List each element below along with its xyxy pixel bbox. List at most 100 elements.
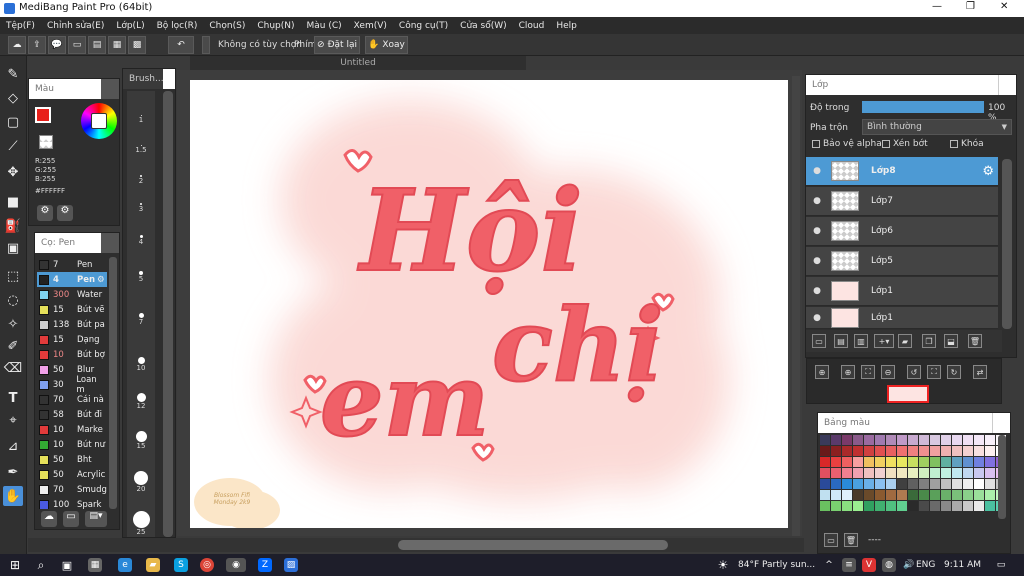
- palette-swatch[interactable]: [853, 490, 863, 500]
- rotate-button[interactable]: ✋ Xoay: [365, 36, 408, 54]
- brush-size-item[interactable]: 1: [127, 115, 155, 124]
- panel-close-icon[interactable]: [992, 413, 1010, 433]
- brush-size-scrollbar[interactable]: [163, 91, 173, 537]
- palette-swatch[interactable]: [963, 501, 973, 511]
- palette-swatch[interactable]: [941, 468, 951, 478]
- palette-swatch[interactable]: [963, 435, 973, 445]
- grid-icon[interactable]: ▩: [128, 36, 146, 54]
- fit-icon[interactable]: ⛶: [861, 365, 875, 379]
- fill-rect-tool-icon[interactable]: ■: [3, 192, 23, 212]
- line-tool-icon[interactable]: ⟋: [3, 136, 23, 156]
- palette-swatch[interactable]: [831, 479, 841, 489]
- layer-item[interactable]: ● Lớp6: [806, 217, 998, 246]
- menu-snap[interactable]: Chụp(N): [257, 21, 294, 31]
- palette-swatch[interactable]: [875, 435, 885, 445]
- palette-swatch[interactable]: [897, 468, 907, 478]
- menu-edit[interactable]: Chỉnh sửa(E): [47, 21, 104, 31]
- eye-icon[interactable]: ●: [806, 313, 828, 323]
- palette-swatch[interactable]: [941, 479, 951, 489]
- language-indicator[interactable]: ENG: [916, 560, 935, 570]
- lasso-tool-icon[interactable]: ◌: [3, 290, 23, 310]
- palette-swatch[interactable]: [842, 501, 852, 511]
- palette-swatch[interactable]: [941, 501, 951, 511]
- canvas-vertical-scrollbar[interactable]: [792, 76, 800, 536]
- palette-swatch[interactable]: [963, 479, 973, 489]
- palette-swatch[interactable]: [952, 435, 962, 445]
- palette-swatch[interactable]: [842, 468, 852, 478]
- palette-swatch[interactable]: [941, 457, 951, 467]
- palette-scrollbar[interactable]: [998, 435, 1006, 519]
- file-explorer-icon[interactable]: ▦: [88, 558, 102, 572]
- eye-icon[interactable]: ●: [806, 256, 828, 266]
- palette-swatch[interactable]: [930, 501, 940, 511]
- palette-swatch[interactable]: [930, 457, 940, 467]
- select-pen-icon[interactable]: ✐: [3, 336, 23, 356]
- brush-tool-icon[interactable]: ✎: [3, 64, 23, 84]
- primary-color-swatch[interactable]: [35, 107, 51, 123]
- palette-swatch[interactable]: [897, 501, 907, 511]
- cloud-icon[interactable]: ☁: [8, 36, 26, 54]
- palette-swatch[interactable]: [875, 457, 885, 467]
- palette-swatch[interactable]: [963, 490, 973, 500]
- brush-item[interactable]: 50 Acrylic: [37, 467, 107, 482]
- palette-swatch[interactable]: [974, 501, 984, 511]
- palette-swatch[interactable]: [963, 468, 973, 478]
- palette-pick-icon[interactable]: ⚙: [57, 205, 73, 221]
- palette-swatch[interactable]: [886, 479, 896, 489]
- brush-size-item[interactable]: 2: [127, 175, 155, 185]
- layer-item-active[interactable]: ● Lớp8 ⚙: [806, 157, 998, 186]
- palette-swatch[interactable]: [875, 446, 885, 456]
- brush-item[interactable]: 138 Bút pa: [37, 317, 107, 332]
- panel-close-icon[interactable]: [163, 69, 175, 89]
- brush-item[interactable]: 70 Cái nà: [37, 392, 107, 407]
- brush-item[interactable]: 50 Bht: [37, 452, 107, 467]
- chevron-up-icon[interactable]: ^: [822, 558, 836, 572]
- palette-swatch[interactable]: [820, 479, 830, 489]
- palette-swatch[interactable]: [875, 468, 885, 478]
- palette-swatch[interactable]: [853, 435, 863, 445]
- scrollbar-thumb[interactable]: [398, 540, 668, 550]
- menu-window[interactable]: Cửa sổ(W): [460, 21, 506, 31]
- palette-swatch[interactable]: [930, 446, 940, 456]
- brush-size-item[interactable]: 3: [127, 203, 155, 213]
- brush-item-selected[interactable]: 4 Pen ⚙: [37, 272, 107, 287]
- blend-mode-select[interactable]: Bình thường ▼: [862, 119, 1012, 135]
- speaker-icon[interactable]: 🔊: [902, 558, 916, 572]
- palette-swatch[interactable]: [919, 468, 929, 478]
- palette-swatch[interactable]: [864, 479, 874, 489]
- clipping-checkbox[interactable]: Xén bớt: [882, 139, 928, 149]
- palette-swatch[interactable]: [842, 446, 852, 456]
- palette-swatch[interactable]: [864, 468, 874, 478]
- palette-swatch[interactable]: [985, 468, 995, 478]
- palette-swatch[interactable]: [842, 479, 852, 489]
- fullscreen-icon[interactable]: ⛶: [927, 365, 941, 379]
- search-icon[interactable]: ⌕: [34, 558, 48, 572]
- brush-item[interactable]: 100 Spark: [37, 497, 107, 509]
- edge-icon[interactable]: e: [118, 558, 132, 572]
- text-tool-icon[interactable]: T: [3, 388, 23, 408]
- palette-swatch[interactable]: [930, 479, 940, 489]
- clock[interactable]: 9:11 AM: [944, 560, 981, 570]
- palette-swatch[interactable]: [831, 435, 841, 445]
- palette-swatch[interactable]: [853, 468, 863, 478]
- palette-swatch[interactable]: [831, 457, 841, 467]
- palette-swatch[interactable]: [853, 457, 863, 467]
- palette-swatch[interactable]: [974, 490, 984, 500]
- palette-swatch[interactable]: [820, 468, 830, 478]
- navigator-preview[interactable]: [887, 385, 929, 403]
- menu-view[interactable]: Xem(V): [354, 21, 387, 31]
- palette-swatch[interactable]: [974, 446, 984, 456]
- palette-swatch[interactable]: [919, 435, 929, 445]
- palette-swatch[interactable]: [875, 501, 885, 511]
- brush-size-item[interactable]: 15: [127, 431, 155, 450]
- secondary-color-swatch[interactable]: [39, 135, 53, 149]
- bucket-tool-icon[interactable]: ⛽: [3, 216, 23, 236]
- palette-swatch[interactable]: [941, 490, 951, 500]
- menu-help[interactable]: Help: [556, 21, 577, 31]
- gear-icon[interactable]: ⚙: [982, 164, 994, 179]
- brush-size-item[interactable]: 25: [127, 511, 155, 536]
- layout-icon[interactable]: ▦: [108, 36, 126, 54]
- brush-item[interactable]: 10 Bút bợ: [37, 347, 107, 362]
- medibang-taskbar-icon[interactable]: ◉: [226, 558, 246, 572]
- palette-swatch[interactable]: [908, 479, 918, 489]
